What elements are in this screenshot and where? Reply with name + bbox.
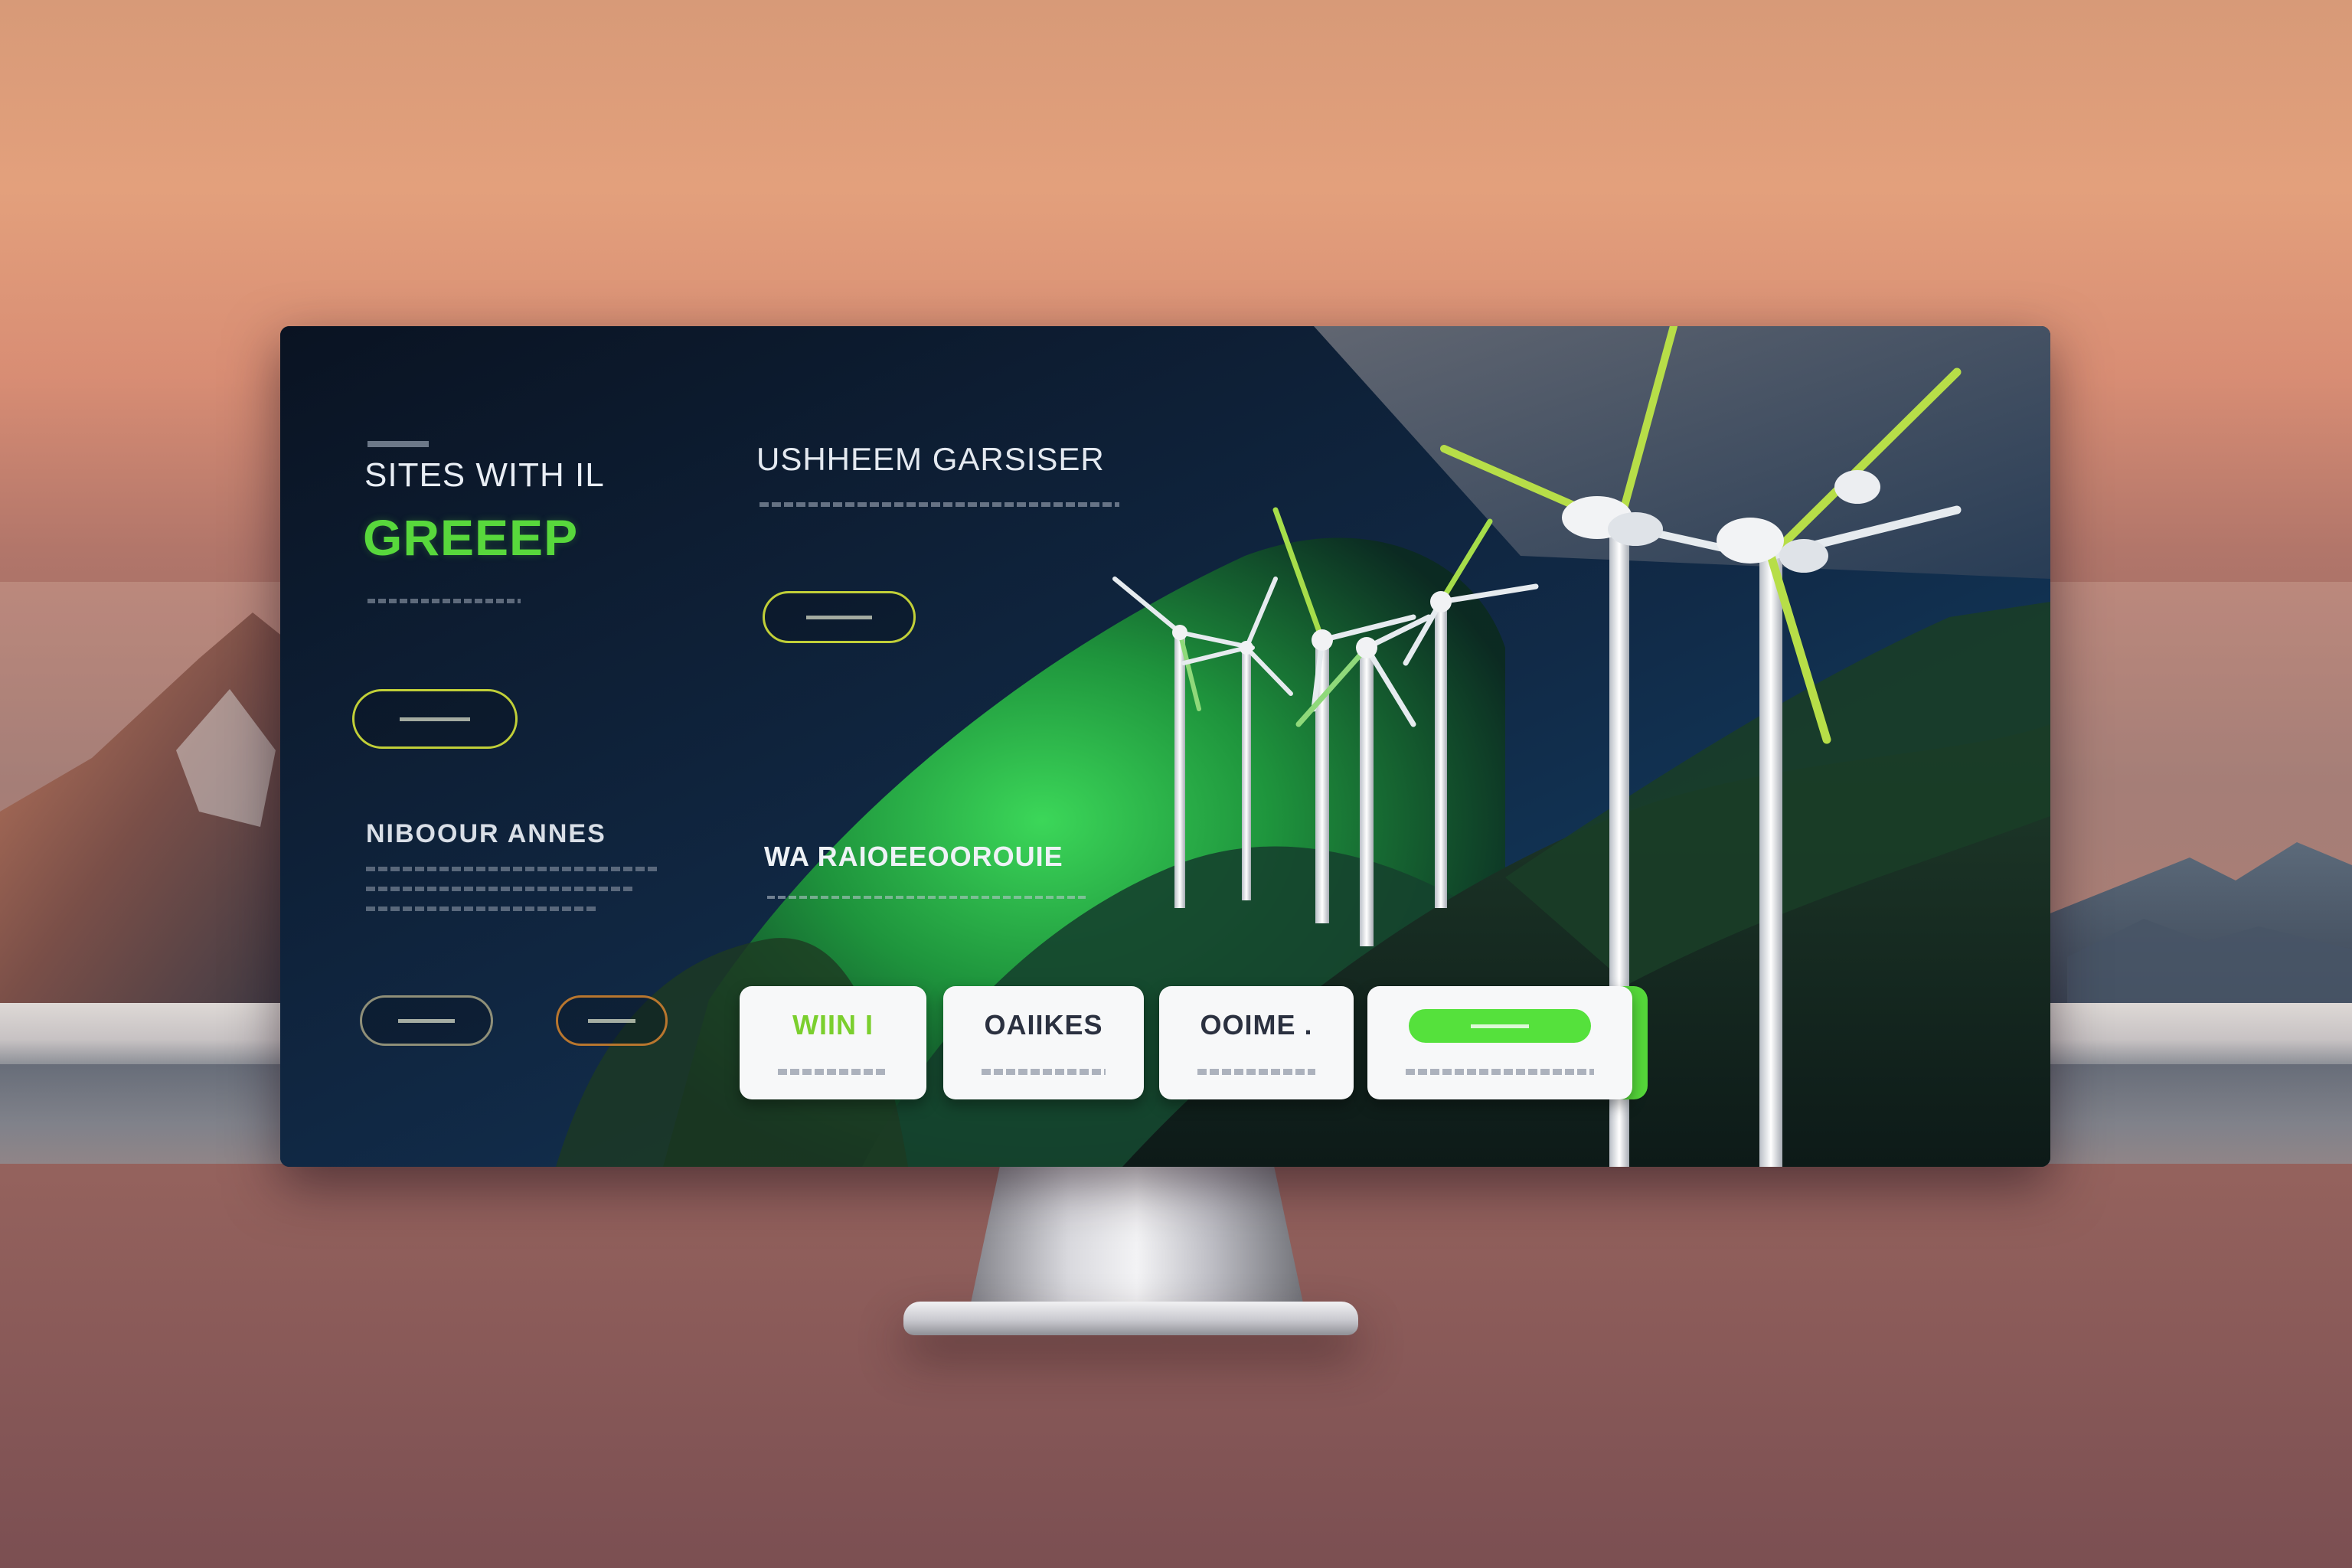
left-section-title: NIBOOUR ANNES xyxy=(366,819,606,848)
left-secondary-button-label xyxy=(398,1018,455,1023)
left-secondary-button[interactable] xyxy=(360,995,493,1046)
left-tertiary-button[interactable] xyxy=(556,995,668,1046)
hero-title-line2: GREEEP xyxy=(363,509,579,566)
feature-card-3-label: OOIME . xyxy=(1200,1009,1313,1040)
feature-card-2[interactable]: OAIIKES xyxy=(943,986,1144,1099)
hero-title-line1: SITES WITH IL xyxy=(364,456,605,494)
feature-card-4-button-label xyxy=(1470,1024,1530,1028)
center-section-text xyxy=(767,896,1089,899)
monitor-stand-neck xyxy=(966,1164,1308,1325)
center-cta-label xyxy=(806,615,872,619)
hero-cta-button[interactable] xyxy=(352,689,518,749)
center-section-title: WA RAIOEEOOROUIE xyxy=(764,841,1063,872)
feature-card-1[interactable]: WIIN I xyxy=(740,986,926,1099)
feature-card-3[interactable]: OOIME . xyxy=(1159,986,1354,1099)
hero-eyebrow xyxy=(368,441,429,447)
feature-card-4-caption xyxy=(1406,1069,1594,1075)
left-section-text xyxy=(366,867,657,926)
feature-card-2-label: OAIIKES xyxy=(984,1009,1103,1040)
center-title: USHHEEM GARSISER xyxy=(756,441,1105,477)
hero-cta-label xyxy=(399,717,471,721)
feature-card-4[interactable] xyxy=(1367,986,1632,1099)
feature-card-2-caption xyxy=(982,1069,1106,1075)
feature-card-1-caption xyxy=(778,1069,888,1075)
feature-card-3-caption xyxy=(1197,1069,1315,1075)
center-cta-button[interactable] xyxy=(763,591,916,643)
center-subtitle xyxy=(760,502,1119,507)
left-tertiary-button-label xyxy=(588,1018,635,1023)
monitor-stand-base xyxy=(903,1302,1358,1335)
feature-card-1-label: WIIN I xyxy=(792,1009,874,1040)
monitor-screen: SITES WITH IL GREEEP NIBOOUR ANNES USHHE… xyxy=(280,326,2050,1167)
desktop-scene: SITES WITH IL GREEEP NIBOOUR ANNES USHHE… xyxy=(0,0,2352,1568)
hero-subtitle xyxy=(368,599,521,603)
feature-card-4-button[interactable] xyxy=(1409,1009,1591,1043)
